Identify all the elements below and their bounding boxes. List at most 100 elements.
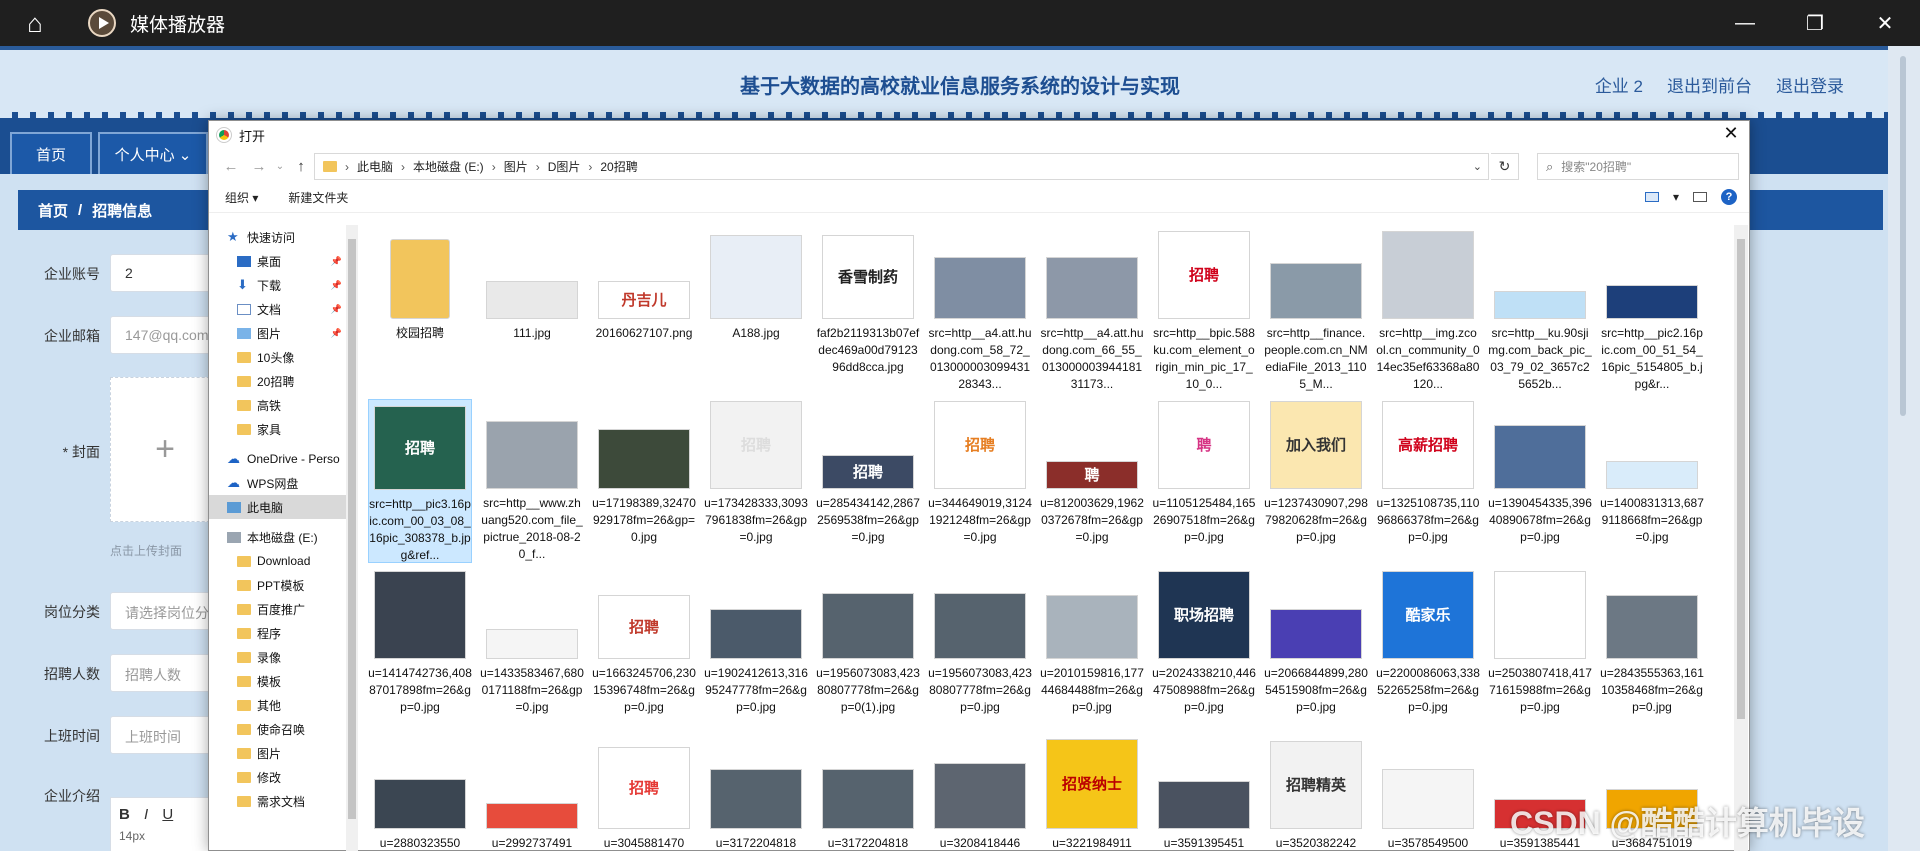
help-icon[interactable]: ? [1721,189,1737,205]
file-item[interactable]: 加入我们 u=1237430907,29879820628fm=26&gp=0.j… [1264,399,1368,546]
file-item[interactable]: src=http__img.zcool.cn_community_014ec35… [1376,229,1480,393]
nav-item[interactable]: 百度推广 [209,597,346,621]
nav-item[interactable]: ☁ WPS网盘 [209,471,346,495]
nav-item[interactable]: 桌面 📌 [209,249,346,273]
file-item[interactable]: src=http__finance.people.com.cn_NMediaFi… [1264,229,1368,393]
navigation-scrollbar[interactable] [346,225,358,851]
file-item[interactable]: u=2843555363,16110358468fm=26&gp=0.jpg [1600,569,1704,716]
file-item[interactable]: 高薪招聘 u=1325108735,11096866378fm=26&gp=0.j… [1376,399,1480,546]
file-item[interactable]: 招聘 u=344649019,31241921248fm=26&gp=0.jpg [928,399,1032,546]
crumb-pictures[interactable]: 图片 [504,158,528,175]
file-item[interactable]: src=http__a4.att.hudong.com_58_72_013000… [928,229,1032,393]
nav-item[interactable]: 20招聘 [209,369,346,393]
nav-item[interactable]: 录像 [209,645,346,669]
nav-item[interactable]: PPT模板 [209,573,346,597]
search-input[interactable]: ⌕ 搜索"20招聘" [1537,153,1739,180]
crumb-this-pc[interactable]: 此电脑 [357,158,393,175]
frontend-link[interactable]: 退出到前台 [1667,72,1752,97]
folder-item[interactable]: 校园招聘 [368,229,472,342]
file-item[interactable]: u=3578549500 [1376,739,1480,851]
file-item[interactable]: 聘 u=1105125484,16526907518fm=26&gp=0.jpg [1152,399,1256,546]
back-icon[interactable]: ← [217,158,245,175]
file-item[interactable]: 丹吉儿 20160627107.png [592,229,696,342]
cover-upload-button[interactable]: + [110,377,220,522]
file-item[interactable]: u=2992737491 [480,739,584,851]
nav-item[interactable]: 图片 [209,741,346,765]
file-item[interactable]: 招聘 u=1663245706,23015396748fm=26&gp=0.jpg [592,569,696,716]
nav-item[interactable]: 10头像 [209,345,346,369]
file-item[interactable]: u=1902412613,31695247778fm=26&gp=0.jpg [704,569,808,716]
file-item[interactable]: u=2880323550 [368,739,472,851]
file-grid-scrollbar[interactable] [1734,225,1748,851]
nav-item[interactable]: 使命召唤 [209,717,346,741]
nav-item[interactable]: ⬇ 下载 📌 [209,273,346,297]
crumb-disk-e[interactable]: 本地磁盘 (E:) [413,158,484,175]
view-options-icon[interactable] [1644,192,1659,202]
refresh-icon[interactable]: ↻ [1491,153,1519,180]
file-item[interactable]: u=3208418446 [928,739,1032,851]
file-item[interactable]: u=1956073083,42380807778fm=26&gp=0(1).jp… [816,569,920,716]
file-item[interactable]: u=2066844899,28054515908fm=26&gp=0.jpg [1264,569,1368,716]
dialog-close-icon[interactable]: ✕ [1719,123,1743,144]
nav-item[interactable]: 本地磁盘 (E:) [209,525,346,549]
file-item[interactable]: u=1956073083,42380807778fm=26&gp=0.jpg [928,569,1032,716]
nav-item[interactable]: 程序 [209,621,346,645]
file-item[interactable]: 111.jpg [480,229,584,342]
home-icon[interactable]: ⌂ [0,0,70,46]
close-icon[interactable]: ✕ [1850,0,1920,46]
account-input[interactable]: 2 [110,254,220,292]
new-folder-button[interactable]: 新建文件夹 [288,189,348,206]
file-item[interactable]: 职场招聘 u=2024338210,44647508988fm=26&gp=0.j… [1152,569,1256,716]
nav-item[interactable]: ☁ OneDrive - Perso [209,447,346,471]
breadcrumb-home[interactable]: 首页 [38,200,68,221]
forward-icon[interactable]: → [245,158,273,175]
category-select[interactable]: 请选择岗位分类 [110,592,220,630]
italic-button[interactable]: I [144,806,148,823]
nav-item[interactable]: 家具 [209,417,346,441]
organize-button[interactable]: 组织 ▾ [225,189,258,206]
file-item[interactable]: 招聘 u=285434142,28672569538fm=26&gp=0.jpg [816,399,920,546]
file-item[interactable]: u=1400831313,6879118668fm=26&gp=0.jpg [1600,399,1704,546]
file-item[interactable]: u=1390454335,39640890678fm=26&gp=0.jpg [1488,399,1592,546]
file-item[interactable]: u=2503807418,41771615988fm=26&gp=0.jpg [1488,569,1592,716]
file-item[interactable]: 招贤纳士 u=3221984911 [1040,739,1144,851]
file-item[interactable]: 招聘 u=3045881470 [592,739,696,851]
file-item[interactable]: 招聘精英 u=3520382242 [1264,739,1368,851]
nav-item[interactable]: 文档 📌 [209,297,346,321]
time-input[interactable]: 上班时间 [110,716,220,754]
recent-dropdown-icon[interactable]: ⌄ [273,161,287,172]
bold-button[interactable]: B [119,806,130,823]
nav-item[interactable]: 修改 [209,765,346,789]
rich-text-editor[interactable]: B I U 14px [110,797,220,851]
file-item[interactable]: 香雪制药 faf2b2119313b07efdec469a00d7912396dd… [816,229,920,376]
crumb-20-recruit[interactable]: 20招聘 [600,158,637,175]
nav-item[interactable]: 其他 [209,693,346,717]
logout-link[interactable]: 退出登录 [1776,72,1844,97]
nav-item[interactable]: 需求文档 [209,789,346,813]
file-item[interactable]: u=17198389,32470929178fm=26&gp=0.jpg [592,399,696,546]
nav-item[interactable]: 此电脑 [209,495,346,519]
count-input[interactable]: 招聘人数 [110,654,220,692]
view-dropdown-icon[interactable]: ▾ [1673,190,1679,204]
file-item[interactable]: src=http__pic2.16pic.com_00_51_54_16pic_… [1600,229,1704,393]
underline-button[interactable]: U [162,806,173,823]
nav-home-tab[interactable]: 首页 [10,132,92,174]
email-input[interactable]: 147@qq.com [110,316,220,354]
file-item[interactable]: src=http__ku.90sjimg.com_back_pic_03_79_… [1488,229,1592,393]
file-item[interactable]: 酷家乐 u=2200086063,33852265258fm=26&gp=0.jp… [1376,569,1480,716]
file-item[interactable]: u=1414742736,40887017898fm=26&gp=0.jpg [368,569,472,716]
address-bar[interactable]: › 此电脑 › 本地磁盘 (E:) › 图片 › D图片 › 20招聘 ⌄ [314,153,1489,180]
file-item[interactable]: 招聘 src=http__bpic.588ku.com_element_origi… [1152,229,1256,393]
file-item[interactable]: u=3172204818 [704,739,808,851]
user-link[interactable]: 企业 2 [1595,72,1643,97]
restore-icon[interactable]: ❐ [1780,0,1850,46]
file-item[interactable]: 招聘 src=http__pic3.16pic.com_00_03_08_16pi… [368,399,472,563]
file-item[interactable]: u=2010159816,17744684488fm=26&gp=0.jpg [1040,569,1144,716]
nav-item[interactable]: 模板 [209,669,346,693]
file-item[interactable]: src=http__a4.att.hudong.com_66_55_013000… [1040,229,1144,393]
font-size-select[interactable]: 14px [119,829,211,843]
file-item[interactable]: src=http__www.zhuang520.com_file_pictrue… [480,399,584,563]
nav-item[interactable]: ★ 快速访问 [209,225,346,249]
preview-pane-icon[interactable] [1693,192,1707,202]
nav-personal-center-tab[interactable]: 个人中心 ⌄ [98,132,208,174]
